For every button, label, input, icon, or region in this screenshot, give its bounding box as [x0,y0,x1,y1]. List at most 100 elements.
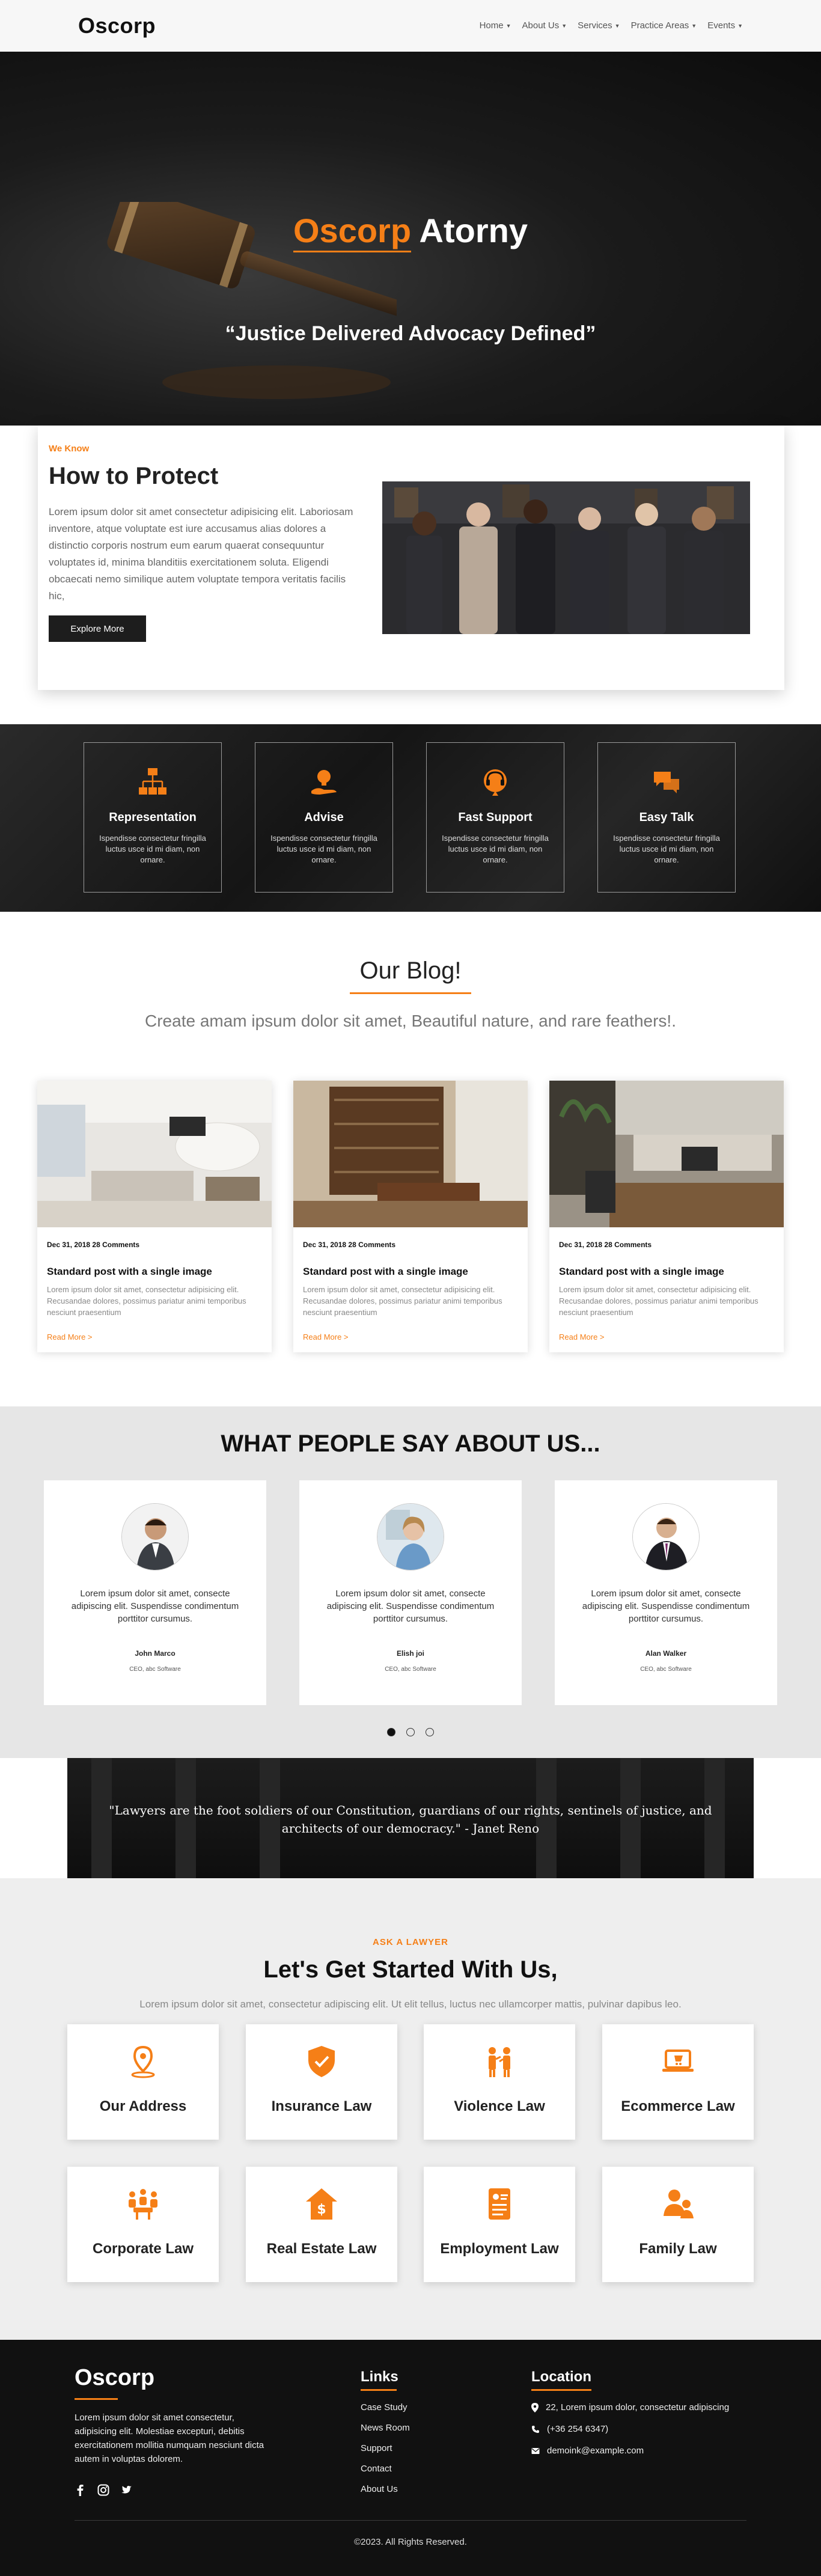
testimonial-card: Lorem ipsum dolor sit amet, consecte adi… [44,1480,266,1705]
read-more-link[interactable]: Read More > [559,1332,774,1341]
blog-card[interactable]: Dec 31, 2018 28 Comments Standard post w… [293,1081,528,1352]
facebook-icon[interactable] [75,2484,87,2496]
navbar: Oscorp Home ▼ About Us ▼ Services ▼ Practic… [0,0,821,52]
post-meta: Dec 31, 2018 28 Comments [303,1241,396,1249]
practice-card-label: Employment Law [440,2241,559,2257]
footer-link-news-room[interactable]: News Room [361,2423,410,2433]
practice-card-ecommerce-law[interactable]: Ecommerce Law [602,2024,754,2140]
post-meta: Dec 31, 2018 28 Comments [47,1241,140,1249]
practice-card-insurance-law[interactable]: Insurance Law [246,2024,397,2140]
location-pin-icon [131,2045,155,2078]
blog-card[interactable]: Dec 31, 2018 28 Comments Standard post w… [549,1081,784,1352]
house-dollar-icon: $ [306,2188,337,2220]
post-title[interactable]: Standard post with a single image [47,1266,262,1278]
footer-brand[interactable]: Oscorp [75,2365,154,2391]
carousel-dot[interactable] [406,1728,415,1736]
service-title: Representation [109,811,197,824]
service-title: Advise [304,811,344,824]
caret-down-icon: ▼ [561,22,567,29]
footer-link-contact[interactable]: Contact [361,2464,392,2474]
envelope-icon [531,2447,540,2454]
post-title[interactable]: Standard post with a single image [559,1266,774,1278]
twitter-icon[interactable] [120,2484,132,2496]
read-more-link[interactable]: Read More > [303,1332,518,1341]
carousel-dots [0,1728,821,1736]
blog-title-underline [350,992,471,994]
nav-item-events[interactable]: Events ▼ [707,20,743,31]
testimonial-card: Lorem ipsum dolor sit amet, consecte adi… [299,1480,522,1705]
lawyers-team-photo [382,481,750,634]
caret-down-icon: ▼ [614,22,620,29]
practice-card-our-address[interactable]: Our Address [67,2024,219,2140]
instagram-icon[interactable] [97,2484,109,2496]
laptop-cart-icon [662,2050,694,2072]
resume-icon [489,2188,510,2220]
testimonial-name: Alan Walker [645,1649,687,1658]
practice-subtitle: Lorem ipsum dolor sit amet, consectetur … [139,1998,682,2010]
carousel-dot[interactable] [387,1728,395,1736]
meeting-icon [129,2189,157,2220]
service-text: Ispendisse consectetur fringilla luctus … [613,834,720,864]
post-title[interactable]: Standard post with a single image [303,1266,518,1278]
family-icon [664,2190,694,2218]
office-photo [37,1081,272,1227]
nav-item-services[interactable]: Services ▼ [578,20,620,31]
read-more-link[interactable]: Read More > [47,1332,262,1341]
footer-link-case-study[interactable]: Case Study [361,2402,407,2413]
nav-item-about-us[interactable]: About Us ▼ [522,20,567,31]
copyright-text: ©2023. All Rights Reserved. [354,2537,467,2547]
testimonial-card: Lorem ipsum dolor sit amet, consecte adi… [555,1480,777,1705]
footer-link-about-us[interactable]: About Us [361,2484,398,2494]
explore-more-button[interactable]: Explore More [49,615,146,642]
service-card[interactable]: Fast Support Ispendisse consectetur frin… [426,742,564,893]
blog-subtitle: Create amam ipsum dolor sit amet, Beauti… [145,1012,676,1030]
svg-text:$: $ [317,2202,326,2217]
practice-card-employment-law[interactable]: Employment Law [424,2167,575,2282]
footer-email-text: demoink@example.com [547,2446,644,2456]
blog-card[interactable]: Dec 31, 2018 28 Comments Standard post w… [37,1081,272,1352]
service-card[interactable]: Advise Ispendisse consectetur fringilla … [255,742,393,893]
testimonial-role: CEO, abc Software [129,1666,181,1673]
service-card[interactable]: Representation Ispendisse consectetur fr… [84,742,222,893]
footer-phone[interactable]: (+36 254 6347) [531,2424,608,2434]
hero-banner: Oscorp Atorny “Justice Delivered Advocac… [0,52,821,426]
testimonial-name: Elish joi [396,1649,424,1658]
practice-card-label: Corporate Law [92,2241,194,2257]
practice-title: Let's Get Started With Us, [263,1956,558,1983]
carousel-dot[interactable] [426,1728,434,1736]
footer-link-support[interactable]: Support [361,2443,392,2453]
about-eyebrow: We Know [49,444,90,454]
nav-item-practice-areas[interactable]: Practice Areas ▼ [631,20,697,31]
testimonials-heading: WHAT PEOPLE SAY ABOUT US... [221,1430,600,1457]
practice-card-label: Family Law [639,2241,717,2257]
footer-location-underline [531,2389,591,2391]
idea-hand-icon [311,770,337,795]
practice-card-label: Insurance Law [271,2098,372,2114]
headset-icon [484,769,507,796]
service-text: Ispendisse consectetur fringilla luctus … [99,834,206,864]
practice-card-corporate-law[interactable]: Corporate Law [67,2167,219,2282]
testimonial-role: CEO, abc Software [385,1666,436,1673]
footer-links-title: Links [361,2369,398,2385]
testimonial-quote: Lorem ipsum dolor sit amet, consecte adi… [326,1589,495,1624]
nav-label: About Us [522,20,560,31]
testimonial-quote: Lorem ipsum dolor sit amet, consecte adi… [582,1589,750,1624]
caret-down-icon: ▼ [505,22,511,29]
testimonial-quote: Lorem ipsum dolor sit amet, consecte adi… [71,1589,239,1624]
practice-card-real-estate-law[interactable]: $ Real Estate Law [246,2167,397,2282]
footer-email[interactable]: demoink@example.com [531,2446,644,2456]
service-text: Ispendisse consectetur fringilla luctus … [270,834,377,864]
service-card[interactable]: Easy Talk Ispendisse consectetur fringil… [597,742,736,893]
practice-card-family-law[interactable]: Family Law [602,2167,754,2282]
nav-item-home[interactable]: Home ▼ [480,20,511,31]
practice-card-violence-law[interactable]: Violence Law [424,2024,575,2140]
about-title: How to Protect [49,463,219,489]
nav-label: Home [479,20,504,31]
hero-title-accent: Oscorp [293,212,412,252]
testimonials-section: WHAT PEOPLE SAY ABOUT US... Lorem ipsum … [0,1406,821,1758]
brand-logo[interactable]: Oscorp [78,13,156,38]
practice-card-label: Real Estate Law [266,2241,377,2257]
practice-card-label: Violence Law [454,2098,545,2114]
post-meta: Dec 31, 2018 28 Comments [559,1241,652,1249]
social-links [75,2484,132,2496]
